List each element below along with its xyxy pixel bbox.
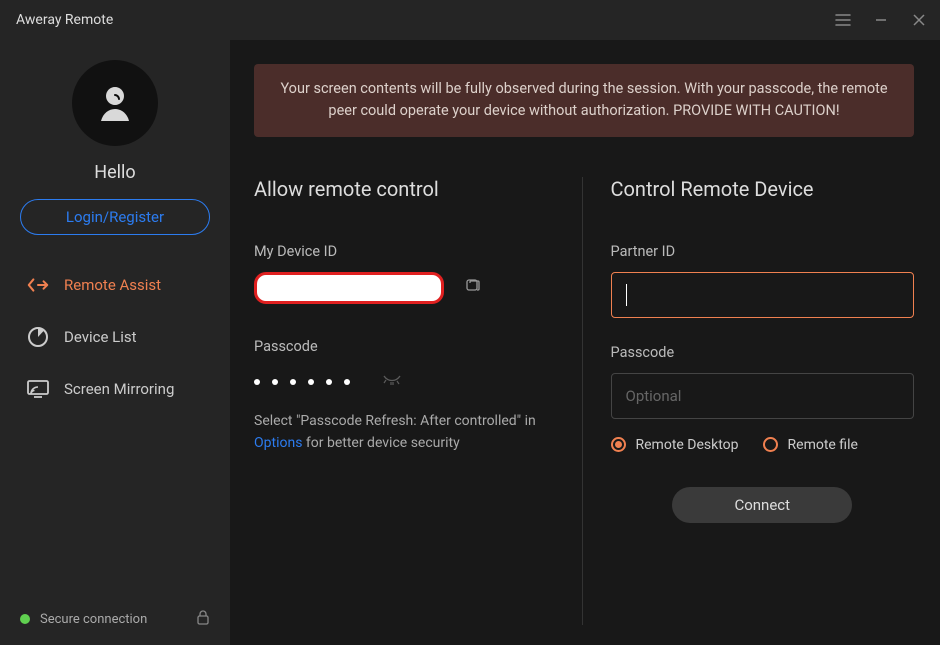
remote-passcode-label: Passcode <box>611 344 915 361</box>
passcode-hint: Select "Passcode Refresh: After controll… <box>254 410 554 455</box>
radio-remote-desktop[interactable]: Remote Desktop <box>611 437 739 453</box>
eye-off-icon[interactable] <box>382 373 402 392</box>
menu-icon[interactable] <box>834 11 852 29</box>
warning-banner: Your screen contents will be fully obser… <box>254 64 914 137</box>
remote-assist-icon <box>26 273 50 297</box>
partner-id-label: Partner ID <box>611 243 915 260</box>
device-list-icon <box>26 325 50 349</box>
passcode-label: Passcode <box>254 338 558 355</box>
titlebar: Aweray Remote <box>0 0 940 40</box>
radio-icon <box>611 437 626 452</box>
sidebar-item-screen-mirroring[interactable]: Screen Mirroring <box>0 363 230 415</box>
avatar[interactable] <box>72 60 158 146</box>
sidebar: Hello Login/Register Remote Assist <box>0 40 230 645</box>
screen-mirroring-icon <box>26 377 50 401</box>
radio-icon <box>763 437 778 452</box>
minimize-button[interactable] <box>872 11 890 29</box>
panel-title: Allow remote control <box>254 177 558 201</box>
panel-title: Control Remote Device <box>611 177 915 201</box>
device-id-label: My Device ID <box>254 243 558 260</box>
status-footer: Secure connection <box>0 593 230 645</box>
sidebar-item-label: Device List <box>64 328 137 346</box>
partner-id-input[interactable] <box>611 272 915 318</box>
copy-icon[interactable] <box>464 277 482 299</box>
app-title: Aweray Remote <box>16 12 113 28</box>
window-controls <box>834 11 928 29</box>
status-text: Secure connection <box>40 612 147 627</box>
main-content: Your screen contents will be fully obser… <box>230 40 940 645</box>
status-dot <box>20 614 30 624</box>
greeting: Hello <box>94 162 135 183</box>
remote-passcode-input[interactable] <box>611 373 915 419</box>
radio-label: Remote Desktop <box>636 437 739 453</box>
connect-button[interactable]: Connect <box>672 487 852 523</box>
options-link[interactable]: Options <box>254 435 302 451</box>
device-id-value <box>254 272 444 304</box>
sidebar-item-remote-assist[interactable]: Remote Assist <box>0 259 230 311</box>
sidebar-item-label: Screen Mirroring <box>64 380 174 398</box>
sidebar-item-device-list[interactable]: Device List <box>0 311 230 363</box>
close-button[interactable] <box>910 11 928 29</box>
radio-label: Remote file <box>788 437 858 453</box>
sidebar-item-label: Remote Assist <box>64 276 161 294</box>
allow-remote-panel: Allow remote control My Device ID Passco… <box>254 177 583 625</box>
lock-icon <box>196 609 210 629</box>
passcode-dots <box>254 379 350 385</box>
radio-remote-file[interactable]: Remote file <box>763 437 858 453</box>
login-register-button[interactable]: Login/Register <box>20 199 210 235</box>
control-remote-panel: Control Remote Device Partner ID Passcod… <box>583 177 915 625</box>
